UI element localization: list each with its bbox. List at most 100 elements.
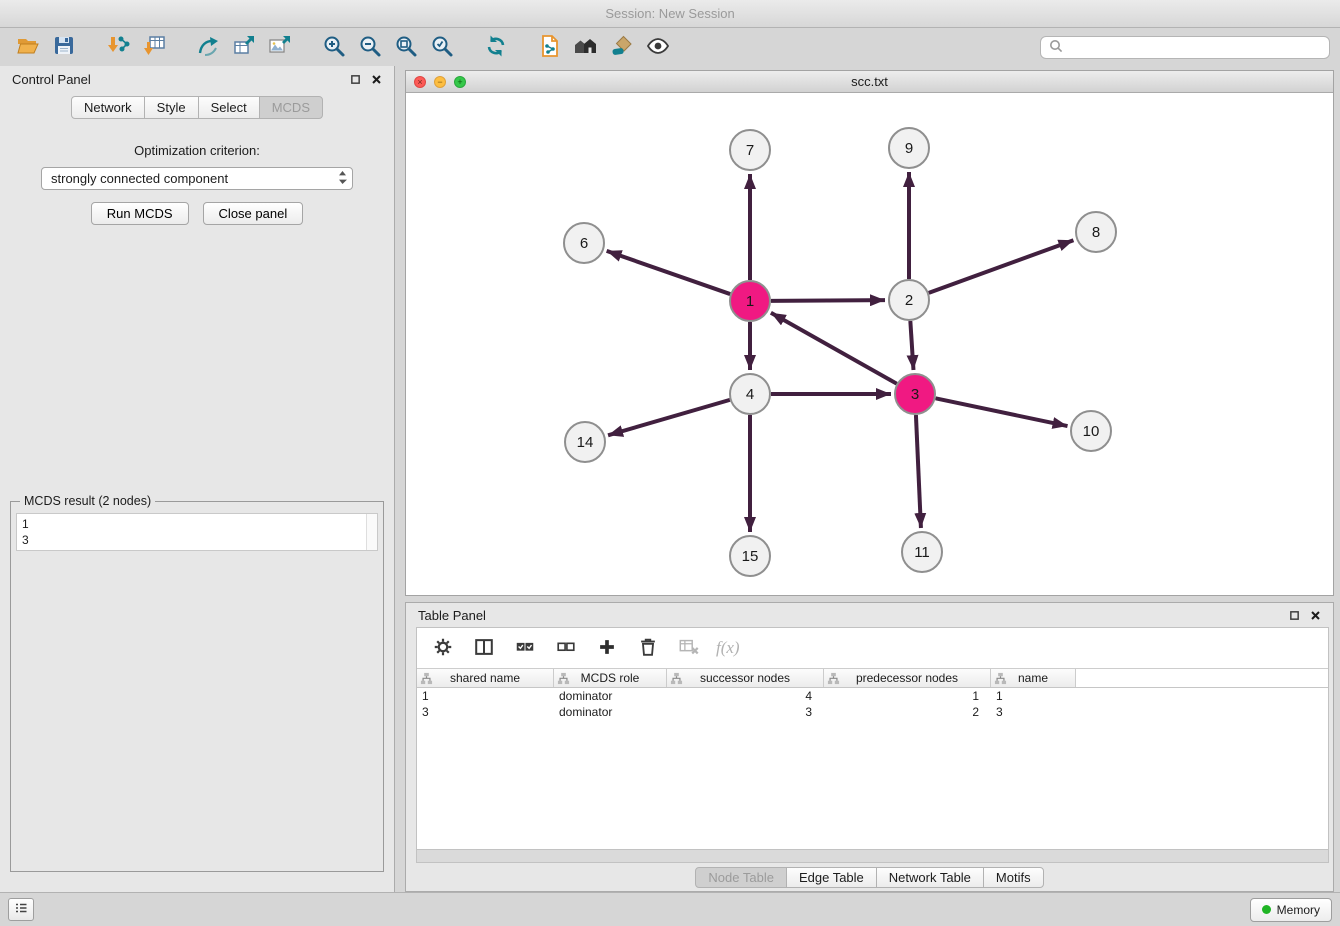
new-network-from-selection-button[interactable]: [532, 31, 568, 63]
graph-edge-4-14[interactable]: [608, 400, 730, 435]
table-cell[interactable]: dominator: [554, 689, 667, 703]
export-image-button[interactable]: [262, 31, 298, 63]
apply-layout-button[interactable]: [478, 31, 514, 63]
column-header-predecessor-nodes[interactable]: predecessor nodes: [824, 669, 991, 687]
zoom-in-icon: [322, 34, 346, 61]
table-cell[interactable]: 2: [824, 705, 991, 719]
graph-node-8[interactable]: 8: [1076, 212, 1116, 252]
export-network-button[interactable]: [190, 31, 226, 63]
list-icon: [13, 900, 29, 919]
app-window: Session: New Session Control: [0, 0, 1340, 926]
svg-text:4: 4: [746, 386, 754, 403]
table-tab-edge-table[interactable]: Edge Table: [786, 867, 877, 888]
graph-node-3[interactable]: 3: [895, 374, 935, 414]
table-cell[interactable]: 1: [824, 689, 991, 703]
table-cell[interactable]: dominator: [554, 705, 667, 719]
close-panel-icon[interactable]: [371, 74, 382, 85]
table-cell[interactable]: 4: [667, 689, 824, 703]
table-hscroll-track[interactable]: [417, 849, 1328, 862]
graph-node-1[interactable]: 1: [730, 281, 770, 321]
float-panel-icon[interactable]: [350, 74, 361, 85]
table-tab-motifs[interactable]: Motifs: [983, 867, 1044, 888]
zoom-selected-button[interactable]: [424, 31, 460, 63]
tab-style[interactable]: Style: [144, 96, 199, 119]
column-header-shared-name[interactable]: shared name: [417, 669, 554, 687]
search-input[interactable]: [1069, 40, 1321, 55]
table-cell[interactable]: 3: [417, 705, 554, 719]
zoom-in-button[interactable]: [316, 31, 352, 63]
network-graph[interactable]: 7 9 6 8 1 2 4 3 14 10 15 11: [406, 93, 1333, 595]
group-nodes-button[interactable]: [568, 31, 604, 63]
graph-node-14[interactable]: 14: [565, 422, 605, 462]
graph-edge-3-10[interactable]: [936, 398, 1068, 426]
graph-node-2[interactable]: 2: [889, 280, 929, 320]
table-tab-node-table[interactable]: Node Table: [695, 867, 787, 888]
import-table-icon: [142, 34, 166, 61]
tab-network[interactable]: Network: [71, 96, 145, 119]
graph-edge-1-2[interactable]: [771, 300, 885, 301]
graph-node-6[interactable]: 6: [564, 223, 604, 263]
graph-edge-3-11[interactable]: [916, 415, 921, 528]
table-panel-header: Table Panel: [406, 603, 1333, 627]
graph-node-15[interactable]: 15: [730, 536, 770, 576]
graph-edge-3-1[interactable]: [771, 313, 897, 384]
export-table-button[interactable]: [226, 31, 262, 63]
network-canvas[interactable]: 7 9 6 8 1 2 4 3 14 10 15 11: [406, 93, 1333, 595]
network-window-titlebar[interactable]: × − + scc.txt: [406, 71, 1333, 93]
table-cell[interactable]: 1: [991, 689, 1076, 703]
open-session-button[interactable]: [10, 31, 46, 63]
table-body[interactable]: 1dominator4113dominator323: [417, 688, 1328, 849]
show-panels-button[interactable]: [8, 898, 34, 921]
minimize-window-icon[interactable]: −: [434, 76, 446, 88]
column-header-MCDS-role[interactable]: MCDS role: [554, 669, 667, 687]
delete-columns-button[interactable]: [634, 632, 662, 664]
show-graphics-details-button[interactable]: [640, 31, 676, 63]
table-cell[interactable]: 3: [667, 705, 824, 719]
run-mcds-button[interactable]: Run MCDS: [91, 202, 189, 225]
table-cell[interactable]: 1: [417, 689, 554, 703]
graph-edge-1-6[interactable]: [607, 251, 731, 294]
graph-node-11[interactable]: 11: [902, 532, 942, 572]
close-table-panel-icon[interactable]: [1310, 610, 1321, 621]
float-table-panel-icon[interactable]: [1289, 610, 1300, 621]
table-row[interactable]: 3dominator323: [417, 704, 1328, 720]
mcds-result-list[interactable]: 13: [16, 513, 378, 551]
tab-mcds[interactable]: MCDS: [259, 96, 323, 119]
graph-node-10[interactable]: 10: [1071, 411, 1111, 451]
select-all-columns-button[interactable]: [511, 632, 539, 664]
zoom-fit-icon: [394, 34, 418, 61]
zoom-window-icon[interactable]: +: [454, 76, 466, 88]
table-cell[interactable]: 3: [991, 705, 1076, 719]
graph-node-9[interactable]: 9: [889, 128, 929, 168]
result-scrollbar[interactable]: [366, 514, 377, 550]
graph-node-7[interactable]: 7: [730, 130, 770, 170]
zoom-fit-button[interactable]: [388, 31, 424, 63]
import-table-button[interactable]: [136, 31, 172, 63]
graph-edge-2-8[interactable]: [929, 240, 1074, 293]
close-panel-button[interactable]: Close panel: [203, 202, 304, 225]
search-box[interactable]: [1040, 36, 1330, 59]
import-network-button[interactable]: [100, 31, 136, 63]
window-title: Session: New Session: [605, 6, 734, 21]
tab-select[interactable]: Select: [198, 96, 260, 119]
graph-node-4[interactable]: 4: [730, 374, 770, 414]
split-columns-button[interactable]: [470, 632, 498, 664]
table-tab-network-table[interactable]: Network Table: [876, 867, 984, 888]
close-window-icon[interactable]: ×: [414, 76, 426, 88]
table-row[interactable]: 1dominator411: [417, 688, 1328, 704]
column-header-name[interactable]: name: [991, 669, 1076, 687]
memory-button[interactable]: Memory: [1250, 898, 1332, 922]
zoom-out-button[interactable]: [352, 31, 388, 63]
table-settings-button[interactable]: [429, 632, 457, 664]
deselect-all-columns-button[interactable]: [552, 632, 580, 664]
refresh-icon: [484, 34, 508, 61]
create-column-button[interactable]: [593, 632, 621, 664]
graph-edge-2-3[interactable]: [910, 321, 913, 370]
criterion-select[interactable]: strongly connected component: [41, 167, 353, 190]
save-floppy-icon: [52, 34, 76, 61]
apply-style-button[interactable]: [604, 31, 640, 63]
trash-icon: [637, 636, 659, 661]
save-session-button[interactable]: [46, 31, 82, 63]
column-header-successor-nodes[interactable]: successor nodes: [667, 669, 824, 687]
main-area: Control Panel NetworkStyleSelectMCDS Opt…: [0, 66, 1340, 892]
